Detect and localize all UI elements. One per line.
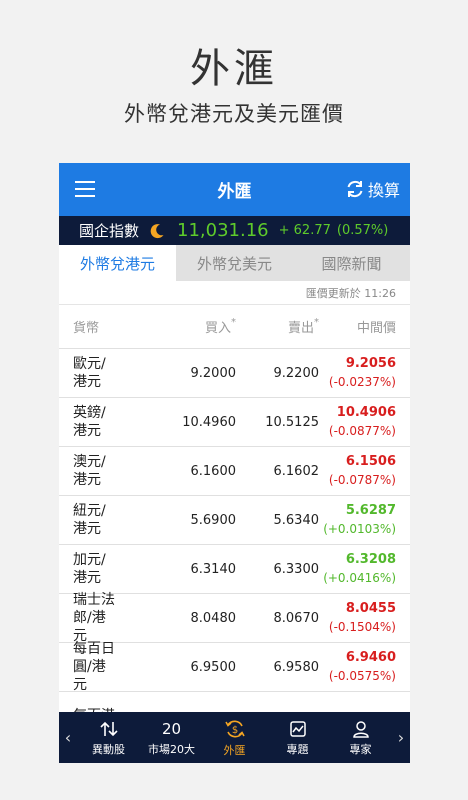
mid-change: (-0.0787%) — [328, 473, 396, 487]
person-icon — [352, 720, 369, 738]
mid-rate: 6.3208 (+0.0416%) — [319, 551, 396, 587]
currency-pair: 澳元/港元 — [73, 454, 106, 488]
header-buy: 買入* — [204, 317, 236, 336]
update-time: 匯價更新於 11:26 — [59, 281, 410, 305]
bottom-nav: ‹ 異動股 20 市場20大 $ 外匯 專題 專家 › — [59, 712, 410, 763]
tab-hkd[interactable]: 外幣兌港元 — [59, 245, 176, 281]
nav-left-arrow-icon[interactable]: ‹ — [59, 728, 77, 747]
nav-right-arrow-icon[interactable]: › — [392, 728, 410, 747]
mid-value: 6.3208 — [345, 552, 396, 567]
index-ticker[interactable]: 國企指數 11,031.16 + 62.77 (0.57%) — [59, 216, 410, 245]
buy-rate: 6.3140 — [190, 561, 237, 577]
table-row[interactable]: 瑞士法郎/港元 8.0480 8.0670 8.0455 (-0.1504%) — [59, 592, 410, 644]
buy-rate: 5.6900 — [190, 512, 237, 528]
sell-rate: 5.6340 — [273, 512, 320, 528]
sell-rate: 6.1602 — [273, 463, 320, 479]
mid-value: 8.0455 — [345, 601, 396, 616]
table-row[interactable]: 加元/港元 6.3140 6.3300 6.3208 (+0.0416%) — [59, 545, 410, 594]
table-row[interactable]: 每百日圓/港元 6.9500 6.9580 6.9460 (-0.0575%) — [59, 641, 410, 693]
nav-forex-label: 外匯 — [223, 743, 246, 757]
index-change: + 62.77 — [278, 223, 331, 238]
tab-news[interactable]: 國際新聞 — [293, 245, 410, 281]
currency-pair: 英鎊/港元 — [73, 405, 106, 439]
app-bar: 外匯 換算 — [59, 163, 410, 216]
buy-rate: 9.2000 — [190, 365, 237, 381]
dollar-cycle-icon: $ — [224, 720, 245, 737]
sell-rate: 8.0670 — [273, 610, 320, 626]
nav-topics-label: 專題 — [286, 742, 309, 756]
top20-icon: 20 — [161, 719, 182, 738]
currency-pair: 加元/港元 — [73, 552, 106, 586]
promo-title: 外滙 — [190, 46, 278, 92]
currency-pair: 瑞士法郎/港元 — [73, 592, 115, 644]
table-header: 貨幣 買入* 賣出* 中間價 — [59, 305, 410, 349]
nav-movers[interactable]: 異動股 — [77, 712, 140, 763]
mid-rate: 10.4906 (-0.0877%) — [319, 404, 396, 440]
moon-icon — [150, 223, 164, 238]
header-mid: 中間價 — [356, 321, 396, 336]
refresh-icon — [347, 181, 363, 197]
table-row[interactable]: 歐元/港元 9.2000 9.2200 9.2056 (-0.0237%) — [59, 349, 410, 398]
rate-table: 歐元/港元 9.2000 9.2200 9.2056 (-0.0237%) 英鎊/港元 10… — [59, 349, 410, 741]
mid-change: (-0.0237%) — [328, 375, 396, 389]
mid-change: (-0.0575%) — [328, 669, 396, 683]
sell-rate: 10.5125 — [265, 414, 319, 430]
buy-rate: 8.0480 — [190, 610, 237, 626]
up-down-arrows-icon — [99, 721, 118, 736]
mid-rate: 8.0455 (-0.1504%) — [319, 600, 396, 636]
nav-top20[interactable]: 20 市場20大 — [140, 712, 203, 763]
index-value: 11,031.16 — [177, 220, 269, 241]
mid-value: 9.2056 — [345, 356, 396, 371]
index-percent: (0.57%) — [336, 223, 389, 238]
buy-rate: 6.1600 — [190, 463, 237, 479]
mid-rate: 5.6287 (+0.0103%) — [319, 502, 396, 538]
currency-pair: 每百日圓/港元 — [73, 641, 115, 693]
header-sell: 賣出* — [287, 317, 319, 336]
sell-rate: 9.2200 — [273, 365, 320, 381]
header-currency: 貨幣 — [73, 321, 100, 336]
tab-bar: 外幣兌港元 外幣兌美元 國際新聞 — [59, 245, 410, 281]
mid-change: (-0.0877%) — [328, 424, 396, 438]
mid-change: (+0.0416%) — [323, 571, 396, 585]
table-row[interactable]: 英鎊/港元 10.4960 10.5125 10.4906 (-0.0877%) — [59, 398, 410, 447]
mid-rate: 6.9460 (-0.0575%) — [319, 649, 396, 685]
convert-label: 換算 — [367, 181, 400, 200]
buy-rate: 6.9500 — [190, 659, 237, 675]
mid-value: 6.1506 — [345, 454, 396, 469]
app-screen: 外匯 換算 國企指數 11,031.16 + 62.77 (0.57%) 外幣兌… — [59, 163, 410, 763]
convert-button[interactable]: 換算 — [345, 177, 400, 201]
nav-movers-label: 異動股 — [92, 742, 125, 756]
sell-rate: 6.9580 — [273, 659, 320, 675]
sell-rate: 6.3300 — [273, 561, 320, 577]
mid-value: 6.9460 — [345, 650, 396, 665]
mid-change: (+0.0103%) — [323, 522, 396, 536]
promo-subtitle: 外幣兌港元及美元匯價 — [124, 102, 344, 126]
mid-rate: 9.2056 (-0.0237%) — [319, 355, 396, 391]
nav-top20-label: 市場20大 — [148, 742, 195, 756]
table-row[interactable]: 澳元/港元 6.1600 6.1602 6.1506 (-0.0787%) — [59, 447, 410, 496]
tab-usd[interactable]: 外幣兌美元 — [176, 245, 293, 281]
currency-pair: 歐元/港元 — [73, 356, 106, 390]
chart-icon — [289, 720, 306, 737]
nav-experts-label: 專家 — [349, 742, 372, 756]
table-row[interactable]: 紐元/港元 5.6900 5.6340 5.6287 (+0.0103%) — [59, 496, 410, 545]
svg-text:$: $ — [231, 725, 237, 736]
index-name: 國企指數 — [79, 222, 140, 240]
mid-value: 10.4906 — [336, 405, 396, 420]
nav-topics[interactable]: 專題 — [266, 712, 329, 763]
mid-value: 5.6287 — [345, 503, 396, 518]
buy-rate: 10.4960 — [182, 414, 236, 430]
nav-forex[interactable]: $ 外匯 — [203, 712, 266, 763]
currency-pair: 紐元/港元 — [73, 503, 106, 537]
nav-experts[interactable]: 專家 — [329, 712, 392, 763]
mid-rate: 6.1506 (-0.0787%) — [319, 453, 396, 489]
mid-change: (-0.1504%) — [328, 620, 396, 634]
